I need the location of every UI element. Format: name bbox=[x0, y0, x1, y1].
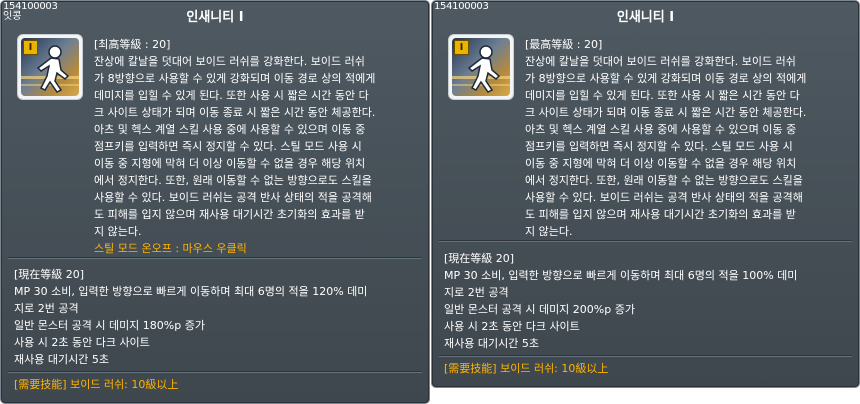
required-skill-label: [需要技能] bbox=[444, 362, 497, 375]
current-level: [現在等級 20] bbox=[444, 252, 515, 265]
desc-line: 도 피해를 입지 않으며 재사용 대기시간 초기화의 효과를 받 bbox=[94, 208, 365, 221]
current-level: [現在等級 20] bbox=[14, 268, 85, 281]
divider bbox=[8, 371, 422, 372]
desc-line: 크 사이트 상태가 되며 이동 종료 시 짧은 시간 동안 체공한다. bbox=[525, 106, 807, 119]
required-skill: [需要技能] 보이드 러쉬: 10級以上 bbox=[444, 360, 608, 377]
level-line: 지로 2번 공격 bbox=[14, 302, 79, 315]
desc-line: 잔상에 칼날을 덧대어 보이드 러쉬를 강화한다. 보이드 러쉬 bbox=[525, 55, 796, 68]
skill-rank-badge: I bbox=[23, 40, 38, 55]
skill-tooltip-right: 154100003 인새니티 I I [最高等級 : 20] 잔상에 칼날을 덧… bbox=[431, 0, 860, 388]
desc-line: 사용할 수 있다. 보이드 러쉬는 공격 반사 상태의 적을 공격해 bbox=[94, 191, 372, 204]
skill-insanity-icon: I bbox=[21, 38, 79, 96]
desc-line: 가 8방향으로 사용할 수 있게 강화되며 이동 경로 상의 적에게 bbox=[525, 72, 807, 85]
skill-description: [最高等級 : 20] 잔상에 칼날을 덧대어 보이드 러쉬를 강화한다. 보이… bbox=[525, 36, 806, 240]
skill-title: 인새니티 I bbox=[616, 10, 675, 25]
desc-line: 데미지를 입힐 수 있게 된다. 또한 사용 시 짧은 시간 동안 다 bbox=[94, 89, 369, 102]
skill-icon-frame: I bbox=[17, 34, 83, 100]
level-line: 일반 몬스터 공격 시 데미지 180%p 증가 bbox=[14, 319, 205, 332]
desc-line: 잔상에 칼날을 덧대어 보이드 러쉬를 강화한다. 보이드 러쉬 bbox=[94, 55, 365, 68]
desc-line: 에서 정지한다. 또한, 원래 이동할 수 없는 방향으로도 스킬을 bbox=[525, 174, 803, 187]
desc-line: 지 않는다. bbox=[525, 225, 573, 238]
desc-line: 데미지를 입힐 수 있게 된다. 또한 사용 시 짧은 시간 동안 다 bbox=[525, 89, 800, 102]
skill-tooltip-left: 154100003 잇콩 인새니티 I I [최高等級 : 20] 잔상에 칼날… bbox=[0, 0, 430, 404]
skill-description: [최高等級 : 20] 잔상에 칼날을 덧대어 보이드 러쉬를 강화한다. 보이… bbox=[94, 36, 375, 257]
level-line: 일반 몬스터 공격 시 데미지 200%p 증가 bbox=[444, 303, 635, 316]
desc-line: 에서 정지한다. 또한, 원래 이동할 수 없는 방향으로도 스킬을 bbox=[94, 174, 372, 187]
desc-line: 아츠 및 헥스 계열 스킬 사용 중에 사용할 수 있으며 이동 중 bbox=[94, 123, 366, 136]
level-line: 지로 2번 공격 bbox=[444, 286, 509, 299]
skill-rank-badge: I bbox=[454, 40, 469, 55]
required-skill-text: 보이드 러쉬: 10級以上 bbox=[496, 362, 609, 375]
required-skill: [需要技能] 보이드 러쉬: 10級以上 bbox=[14, 376, 178, 393]
level-line: 사용 시 2초 동안 다크 사이트 bbox=[444, 320, 580, 333]
desc-line: 이동 중 지형에 막혀 더 이상 이동할 수 없을 경우 해당 위치 bbox=[94, 157, 366, 170]
level-line: 재사용 대기시간 5초 bbox=[14, 353, 109, 366]
steal-mode-hint: 스틸 모드 온오프 : 마우스 우클릭 bbox=[94, 242, 247, 255]
level-line: 재사용 대기시간 5초 bbox=[444, 337, 539, 350]
level-line: 사용 시 2초 동안 다크 사이트 bbox=[14, 336, 150, 349]
divider bbox=[8, 257, 422, 258]
max-level: [最高等級 : 20] bbox=[525, 38, 603, 51]
desc-line: 지 않는다. bbox=[94, 225, 142, 238]
desc-line: 크 사이트 상태가 되며 이동 종료 시 짧은 시간 동안 체공한다. bbox=[94, 106, 376, 119]
required-skill-label: [需要技能] bbox=[14, 378, 67, 391]
required-skill-text: 보이드 러쉬: 10級以上 bbox=[66, 378, 179, 391]
divider bbox=[439, 240, 852, 241]
level-line: MP 30 소비, 입력한 방향으로 빠르게 이동하며 최대 6명의 적을 12… bbox=[14, 285, 368, 298]
desc-line: 점프키를 입력하면 즉시 정지할 수 있다. 스틸 모드 사용 시 bbox=[94, 140, 362, 153]
desc-line: 사용할 수 있다. 보이드 러쉬는 공격 반사 상태의 적을 공격해 bbox=[525, 191, 803, 204]
level-line: MP 30 소비, 입력한 방향으로 빠르게 이동하며 최대 6명의 적을 10… bbox=[444, 269, 798, 282]
desc-line: 도 피해를 입지 않으며 재사용 대기시간 초기화의 효과를 받 bbox=[525, 208, 796, 221]
desc-line: 가 8방향으로 사용할 수 있게 강화되며 이동 경로 상의 적에게 bbox=[94, 72, 376, 85]
max-level: [최高等級 : 20] bbox=[94, 38, 171, 51]
current-level-block: [現在等級 20] MP 30 소비, 입력한 방향으로 빠르게 이동하며 최대… bbox=[444, 250, 797, 352]
skill-icon-frame: I bbox=[448, 34, 514, 100]
current-level-block: [現在等級 20] MP 30 소비, 입력한 방향으로 빠르게 이동하며 최대… bbox=[14, 266, 367, 368]
skill-insanity-icon: I bbox=[452, 38, 510, 96]
desc-line: 점프키를 입력하면 즉시 정지할 수 있다. 스틸 모드 사용 시 bbox=[525, 140, 793, 153]
divider bbox=[439, 355, 852, 356]
desc-line: 아츠 및 헥스 계열 스킬 사용 중에 사용할 수 있으며 이동 중 bbox=[525, 123, 797, 136]
desc-line: 이동 중 지형에 막혀 더 이상 이동할 수 없을 경우 해당 위치 bbox=[525, 157, 797, 170]
skill-title: 인새니티 I bbox=[186, 10, 244, 25]
